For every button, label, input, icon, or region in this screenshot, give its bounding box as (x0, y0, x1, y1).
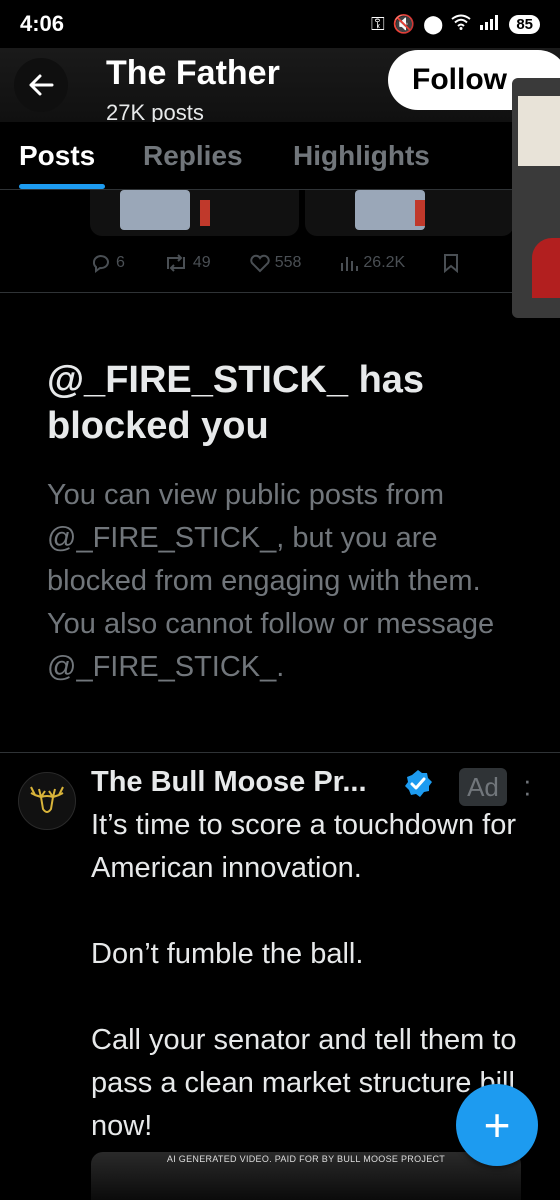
more-options-icon[interactable]: · · (523, 767, 532, 805)
ad-video-caption: AI GENERATED VIDEO. PAID FOR BY BULL MOO… (166, 1154, 446, 1164)
like-button[interactable]: 558 (249, 253, 302, 273)
video-frame (518, 96, 560, 166)
active-tab-indicator (19, 184, 105, 189)
back-button[interactable] (14, 58, 68, 112)
reply-count: 6 (116, 254, 125, 271)
mute-icon: 🔇 (392, 13, 416, 34)
key-icon: ⚿ (371, 13, 385, 34)
signal-icon (479, 14, 501, 35)
ad-video[interactable]: AI GENERATED VIDEO. PAID FOR BY BULL MOO… (91, 1152, 521, 1200)
floating-video-player[interactable] (512, 78, 560, 318)
post-actions: 6 49 558 26.2K (90, 248, 520, 278)
video-frame-detail (532, 238, 560, 298)
media-image[interactable] (305, 190, 514, 236)
bookmark-button[interactable] (443, 253, 459, 273)
divider (0, 292, 560, 293)
battery-indicator: 85 (509, 14, 540, 34)
verified-badge-icon (402, 768, 434, 805)
ad-badge: Ad (459, 768, 507, 806)
repost-count: 49 (192, 254, 211, 271)
views-button[interactable]: 26.2K (339, 253, 405, 273)
post-media-grid[interactable] (90, 190, 514, 236)
location-icon: ⬤ (423, 13, 444, 34)
arrow-left-icon (29, 74, 54, 96)
repost-icon (166, 254, 185, 272)
compose-post-button[interactable]: + (456, 1084, 538, 1166)
ad-author-name[interactable]: The Bull Moose Pr... (91, 766, 367, 799)
wifi-icon (451, 14, 471, 35)
blocked-message: You can view public posts from @_FIRE_ST… (47, 479, 495, 683)
divider (0, 752, 560, 753)
status-bar: 4:06 ⚿ 🔇 ⬤ 85 (0, 0, 560, 48)
reply-button[interactable]: 6 (90, 253, 125, 273)
profile-header: The Father 27K posts Follow (0, 48, 560, 122)
views-icon (341, 257, 359, 271)
profile-tabs: Posts Replies Highlights M (0, 122, 560, 190)
reply-icon (92, 255, 109, 273)
bookmark-icon (444, 254, 459, 273)
moose-logo-icon (30, 786, 64, 813)
like-count: 558 (274, 254, 302, 271)
tab-replies[interactable]: Replies (143, 140, 243, 172)
status-time: 4:06 (20, 11, 65, 36)
tab-posts[interactable]: Posts (19, 140, 95, 172)
view-count: 26.2K (363, 254, 406, 271)
repost-button[interactable]: 49 (163, 253, 211, 273)
status-icons: ⚿ 🔇 ⬤ 85 (371, 14, 540, 35)
profile-name: The Father (106, 54, 280, 92)
blocked-title: @_FIRE_STICK_ has blocked you (47, 359, 425, 447)
media-image[interactable] (90, 190, 299, 236)
tab-highlights[interactable]: Highlights (293, 140, 430, 172)
post-count: 27K posts (106, 100, 204, 122)
avatar[interactable] (18, 772, 76, 830)
heart-icon (250, 254, 270, 273)
